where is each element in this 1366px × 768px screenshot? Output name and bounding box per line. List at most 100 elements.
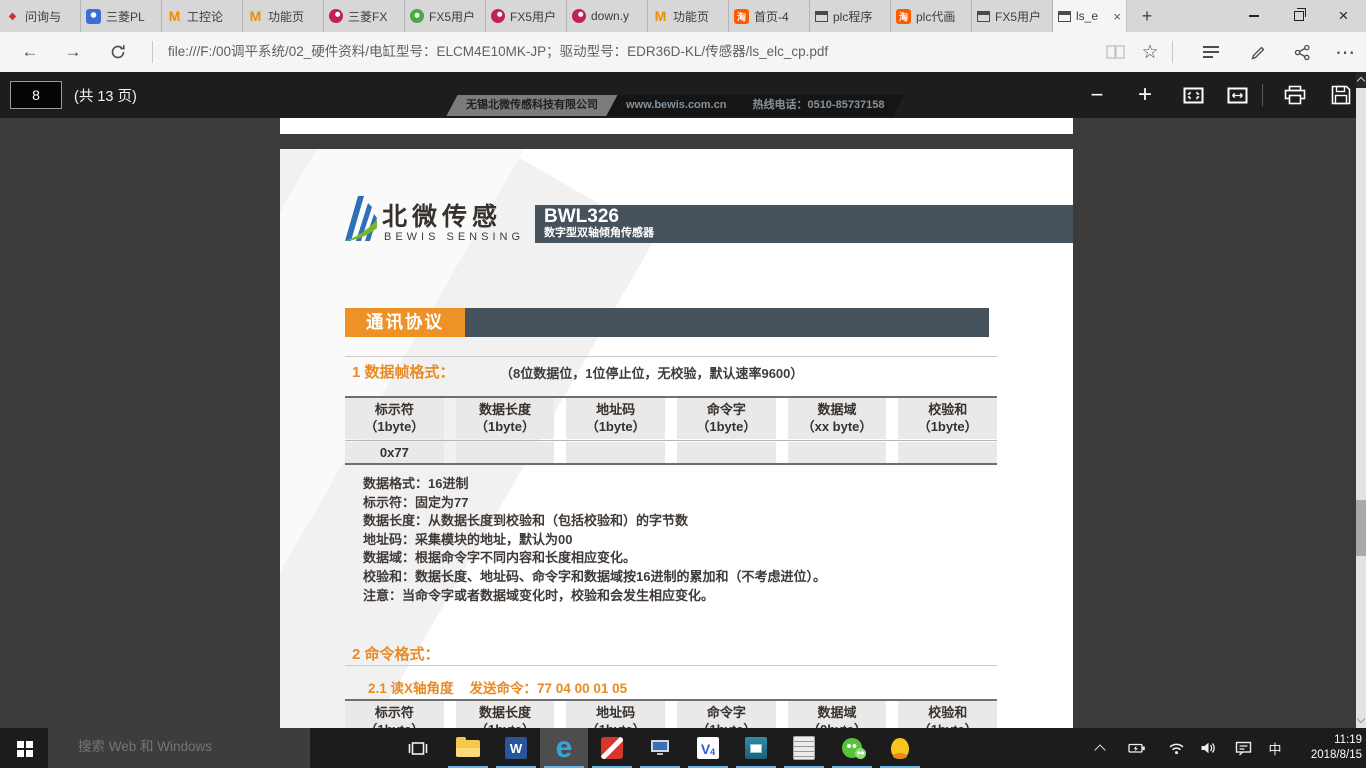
task-view-icon [408,740,428,757]
forward-button[interactable]: → [55,32,91,72]
forum-favicon-icon: M [653,9,668,24]
hub-button[interactable] [1195,32,1227,72]
taskbar-app-dictionary[interactable] [732,728,780,768]
scrollbar-thumb[interactable] [1356,500,1366,556]
taskbar-search[interactable] [48,728,310,768]
file-explorer-icon [456,740,480,757]
description-line: 地址码：采集模块的地址，默认为00 [363,531,826,550]
start-button[interactable] [0,728,48,768]
favorites-star-button[interactable]: ☆ [1134,32,1166,72]
taskbar-app-qq[interactable] [876,728,924,768]
search-input[interactable] [48,728,298,754]
taskbar-app-computer[interactable] [636,728,684,768]
print-button[interactable] [1276,81,1314,109]
browser-tab[interactable]: M工控论 [162,0,243,32]
taskbar-app-edge[interactable]: e [540,728,588,768]
notepad-icon [793,736,815,760]
window-minimize-button[interactable] [1231,0,1276,32]
browser-tab[interactable]: 淘plc代画 [891,0,972,32]
clock-time: 11:19 [1288,733,1362,748]
tray-notifications[interactable] [1228,728,1258,768]
tray-wifi[interactable] [1162,728,1190,768]
tray-volume[interactable] [1194,728,1222,768]
browser-tab[interactable]: 三菱FX [324,0,405,32]
window-restore-button[interactable] [1276,0,1321,32]
table-header-cell: 标示符（1byte） [345,398,444,439]
browser-tab-active[interactable]: ls_e× [1053,0,1127,32]
table-header-row: 标示符（1byte） 数据长度（1byte） 地址码（1byte） 命令字（1b… [345,701,997,728]
refresh-button[interactable] [100,32,136,72]
tray-expand-button[interactable] [1086,728,1114,768]
task-view-button[interactable] [398,728,438,768]
baidu-favicon-icon [86,9,101,24]
browser-tab[interactable]: FX5用户 [405,0,486,32]
browser-tab[interactable]: plc程序 [810,0,891,32]
crimson-favicon-icon [572,9,586,23]
window-close-button[interactable]: × [1321,0,1366,32]
page-number-input[interactable]: 8 [10,81,62,109]
fit-width-icon [1227,87,1248,104]
web-note-button[interactable] [1242,32,1274,72]
share-icon [1294,44,1311,61]
dictionary-icon [745,737,767,759]
url-text[interactable]: file:///F:/00调平系统/02_硬件资料/电缸型号：ELCM4E10M… [168,32,828,72]
description-line: 注意：当命令字或者数据域变化时，校验和会发生相应变化。 [363,587,826,606]
company-banner: 无锡北微传感科技有限公司 [446,95,617,116]
scrollbar[interactable] [1356,72,1366,728]
restore-icon [1294,11,1304,21]
table-cell [566,442,665,463]
browser-tab[interactable]: 三菱PL [81,0,162,32]
taskbar-app-notepad[interactable] [780,728,828,768]
reading-view-button[interactable] [1099,32,1131,72]
reading-view-icon [1106,45,1125,59]
divider [1172,41,1173,63]
print-icon [1284,85,1306,105]
more-options-button[interactable]: ⋯ [1329,32,1361,72]
fit-width-button[interactable] [1218,81,1256,109]
qq-icon [891,738,909,759]
browser-tab[interactable]: down.y [567,0,648,32]
taskbar-app-word[interactable]: W [492,728,540,768]
description-line: 数据长度：从数据长度到校验和（包括校验和）的字节数 [363,512,826,531]
table-header-cell: 数据长度（1byte） [456,701,555,728]
taskbar-app-v4[interactable]: V4 [684,728,732,768]
description-line: 数据格式：16进制 [363,475,826,494]
edge-icon: e [556,733,573,763]
notification-icon [1235,741,1252,756]
new-tab-button[interactable]: + [1127,0,1167,32]
speaker-icon [1200,741,1216,755]
tray-battery[interactable] [1122,728,1152,768]
scroll-up-button[interactable] [1356,72,1366,88]
browser-tab[interactable]: 淘首页-4 [729,0,810,32]
forum-favicon-icon: M [167,9,182,24]
taskbar-app-wechat[interactable] [828,728,876,768]
scroll-down-button[interactable] [1356,712,1366,728]
protocol-description: 数据格式：16进制 标示符：固定为77 数据长度：从数据长度到校验和（包括校验和… [363,475,826,605]
share-button[interactable] [1286,32,1318,72]
table-header-cell: 命令字（1byte） [677,398,776,439]
browser-tab[interactable]: M功能页 [243,0,324,32]
pen-icon [1250,44,1267,61]
computer-icon [649,739,671,757]
fit-page-button[interactable] [1174,81,1212,109]
table-header-cell: 校验和（1byte） [898,701,997,728]
zoom-out-button[interactable]: − [1078,81,1116,109]
browser-tab[interactable]: FX5用户 [972,0,1053,32]
tray-ime-indicator[interactable]: 中 [1262,728,1288,768]
bewis-logo-icon [343,195,379,242]
section1-title: 1 数据帧格式： [352,361,455,382]
browser-tab[interactable]: M功能页 [648,0,729,32]
taskbar: W e V4 中 11:19 2018/8/15 [0,728,1366,768]
tray-clock[interactable]: 11:19 2018/8/15 [1288,733,1362,763]
tab-close-icon[interactable]: × [1111,9,1121,24]
zoom-in-button[interactable]: + [1126,81,1164,109]
taskbar-app-explorer[interactable] [444,728,492,768]
taskbar-app-red[interactable] [588,728,636,768]
pdf-toolbar: 8 (共 13 页) 无锡北微传感科技有限公司 www.bewis.com.cn… [0,72,1356,118]
section1-note: （8位数据位，1位停止位，无校验，默认速率9600） [500,363,803,382]
browser-tab[interactable]: ◆问询与 [0,0,81,32]
browser-tab[interactable]: FX5用户 [486,0,567,32]
section2-subtitle: 2.1 读X轴角度发送命令：77 04 00 01 05 [368,677,627,697]
back-button[interactable]: ← [12,32,48,72]
save-button[interactable] [1322,81,1360,109]
